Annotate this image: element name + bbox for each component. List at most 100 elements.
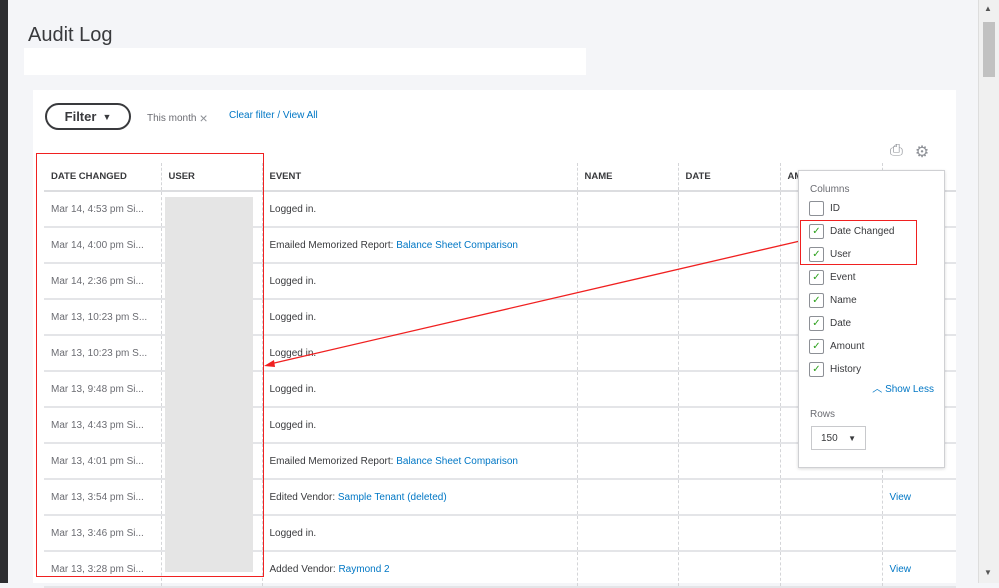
chip-label: This month	[147, 112, 197, 124]
window-edge	[0, 0, 8, 583]
event-cell: Logged in.	[261, 191, 577, 228]
event-text: Logged in.	[269, 275, 317, 287]
event-text: Logged in.	[269, 347, 317, 359]
gear-icon[interactable]: ⚙	[915, 142, 929, 162]
event-text: Emailed Memorized Report:	[269, 239, 397, 251]
page-title: Audit Log	[28, 24, 113, 46]
column-option[interactable]: ✓ Amount	[809, 339, 864, 354]
amount-cell	[779, 479, 882, 516]
option-label: ID	[830, 203, 840, 214]
event-cell: Logged in.	[261, 299, 577, 336]
date-cell	[677, 407, 780, 444]
column-header[interactable]: NAME	[576, 163, 678, 192]
rows-value: 150	[821, 432, 838, 444]
option-label: Date	[830, 318, 852, 329]
scrollbar-thumb[interactable]	[983, 22, 995, 77]
filter-chip: This month ×	[147, 110, 208, 126]
event-link[interactable]: Balance Sheet Comparison	[396, 456, 518, 467]
option-label: Name	[830, 295, 857, 306]
column-header[interactable]: DATE	[677, 163, 780, 192]
name-cell	[576, 263, 678, 300]
columns-label: Columns	[810, 184, 850, 195]
event-cell: Logged in.	[261, 515, 577, 552]
rows-select[interactable]: 150 ▼	[811, 426, 866, 450]
column-option[interactable]: ID	[809, 201, 840, 216]
annotation-box	[36, 153, 264, 577]
column-settings-panel: Columns ID ✓ Date Changed ✓ User ✓ Event ✓ Name ✓…	[798, 170, 945, 468]
history-cell	[881, 515, 956, 552]
view-history-link[interactable]: View	[890, 564, 912, 575]
column-option[interactable]: ✓ History	[809, 362, 861, 377]
scroll-up-icon[interactable]: ▲	[984, 4, 992, 13]
date-cell	[677, 191, 780, 228]
event-cell: Logged in.	[261, 335, 577, 372]
checkbox[interactable]	[809, 201, 824, 216]
event-text: Emailed Memorized Report:	[269, 455, 397, 467]
date-cell	[677, 335, 780, 372]
option-label: Amount	[830, 341, 865, 352]
scroll-down-icon[interactable]: ▼	[984, 568, 992, 577]
column-option[interactable]: ✓ Event	[809, 270, 856, 285]
event-text: Logged in.	[269, 383, 317, 395]
event-text: Logged in.	[269, 203, 317, 215]
event-text: Added Vendor:	[269, 563, 339, 575]
column-option[interactable]: ✓ Name	[809, 293, 857, 308]
caret-down-icon: ▼	[102, 111, 112, 122]
name-cell	[576, 227, 678, 264]
close-icon[interactable]: ×	[199, 110, 207, 126]
column-option[interactable]: ✓ Date	[809, 316, 851, 331]
date-cell	[677, 479, 780, 516]
filter-label: Filter	[64, 109, 97, 124]
event-text: Logged in.	[269, 419, 317, 431]
date-cell	[677, 299, 780, 336]
filter-button[interactable]: Filter ▼	[45, 103, 131, 130]
blank-bar	[24, 48, 586, 75]
rows-label: Rows	[810, 409, 836, 420]
history-cell: View	[881, 551, 956, 588]
event-cell: Logged in.	[261, 263, 577, 300]
checkbox[interactable]: ✓	[809, 362, 824, 377]
event-text: Logged in.	[269, 311, 317, 323]
checkbox[interactable]: ✓	[809, 270, 824, 285]
amount-cell	[779, 551, 882, 588]
event-link[interactable]: Sample Tenant (deleted)	[338, 492, 447, 503]
date-cell	[677, 551, 780, 588]
event-cell: Edited Vendor: Sample Tenant (deleted)	[261, 479, 577, 516]
chevron-up-icon: ︿	[872, 384, 883, 395]
event-cell: Logged in.	[261, 371, 577, 408]
date-cell	[677, 443, 780, 480]
event-cell: Emailed Memorized Report: Balance Sheet …	[261, 443, 577, 480]
option-label: History	[830, 364, 862, 375]
column-header[interactable]: EVENT	[261, 163, 577, 192]
annotation-box	[800, 220, 917, 265]
date-cell	[677, 227, 780, 264]
checkbox[interactable]: ✓	[809, 339, 824, 354]
date-cell	[677, 371, 780, 408]
checkbox[interactable]: ✓	[809, 316, 824, 331]
event-link[interactable]: Raymond 2	[338, 564, 389, 575]
event-cell: Logged in.	[261, 407, 577, 444]
name-cell	[576, 551, 678, 588]
scrollbar[interactable]: ▲ ▼	[978, 0, 999, 583]
event-link[interactable]: Balance Sheet Comparison	[396, 240, 518, 251]
name-cell	[576, 191, 678, 228]
event-cell: Emailed Memorized Report: Balance Sheet …	[261, 227, 577, 264]
option-label: Event	[830, 272, 856, 283]
view-history-link[interactable]: View	[890, 492, 912, 503]
name-cell	[576, 407, 678, 444]
name-cell	[576, 479, 678, 516]
history-cell: View	[881, 479, 956, 516]
event-text: Logged in.	[269, 527, 317, 539]
name-cell	[576, 515, 678, 552]
event-text: Edited Vendor:	[269, 491, 338, 503]
name-cell	[576, 443, 678, 480]
checkbox[interactable]: ✓	[809, 293, 824, 308]
name-cell	[576, 371, 678, 408]
caret-down-icon: ▼	[848, 433, 856, 443]
name-cell	[576, 299, 678, 336]
date-cell	[677, 515, 780, 552]
clear-filter-link[interactable]: Clear filter / View All	[229, 110, 318, 121]
print-icon[interactable]: ⎙	[890, 142, 903, 162]
date-cell	[677, 263, 780, 300]
show-less-link[interactable]: ︿ Show Less	[872, 380, 934, 395]
